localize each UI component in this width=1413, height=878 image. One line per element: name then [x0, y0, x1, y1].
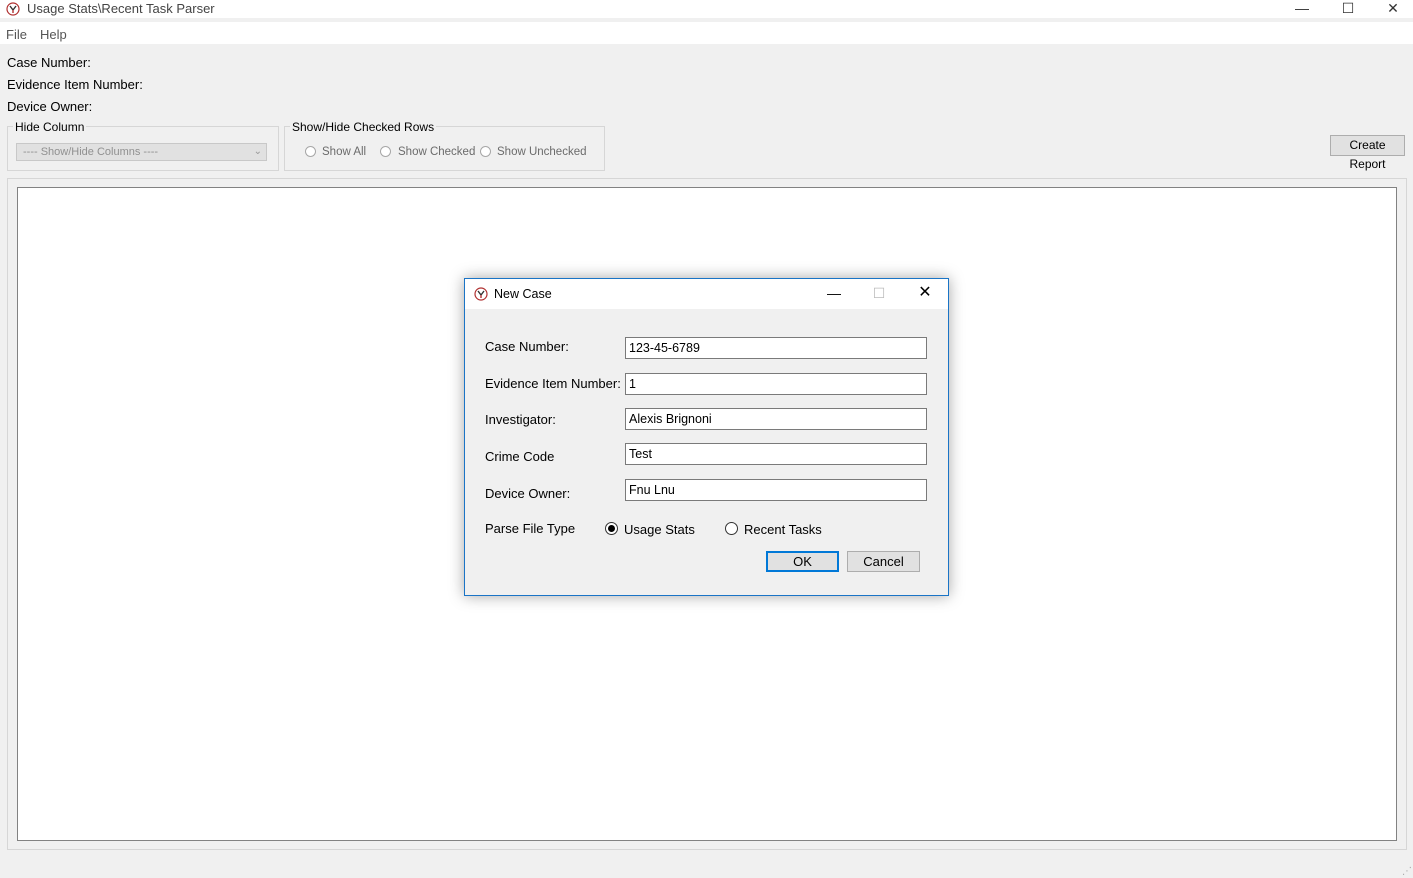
window-title: Usage Stats\Recent Task Parser: [27, 1, 215, 16]
radio-show-unchecked-label: Show Unchecked: [497, 146, 587, 158]
dialog-maximize-icon: ☐: [872, 285, 886, 301]
minimize-icon[interactable]: —: [1279, 0, 1325, 18]
device-owner-field[interactable]: [625, 479, 927, 501]
radio-show-all-label: Show All: [322, 146, 367, 158]
menu-help[interactable]: Help: [40, 27, 67, 42]
show-hide-columns-select[interactable]: ---- Show/Hide Columns ---- ⌄: [16, 143, 267, 161]
ok-button[interactable]: OK: [766, 551, 839, 572]
chevron-down-icon: ⌄: [253, 146, 262, 157]
app-icon: [6, 2, 20, 16]
hide-column-title: Hide Column: [13, 120, 87, 134]
crime-code-field[interactable]: [625, 443, 927, 465]
create-report-button[interactable]: Create Report: [1330, 135, 1405, 171]
radio-show-checked-label: Show Checked: [398, 146, 476, 158]
evidence-item-field-label: Evidence Item Number:: [485, 376, 621, 391]
radio-selected-dot: [608, 525, 615, 532]
radio-recent-tasks[interactable]: [725, 522, 738, 535]
combo-value: ---- Show/Hide Columns ----: [23, 146, 159, 158]
menu-bar: [0, 22, 1413, 44]
cancel-button[interactable]: Cancel: [847, 551, 920, 572]
parse-file-type-label: Parse File Type: [485, 521, 576, 536]
radio-usage-stats-label: Usage Stats: [624, 522, 695, 537]
investigator-field[interactable]: [625, 408, 927, 430]
dialog-title: New Case: [494, 287, 552, 301]
crime-code-field-label: Crime Code: [485, 449, 555, 464]
radio-usage-stats[interactable]: [605, 522, 618, 535]
device-owner-field-label: Device Owner:: [485, 486, 571, 501]
evidence-item-field[interactable]: [625, 373, 927, 395]
resize-grip-icon[interactable]: ⋰: [1402, 866, 1412, 877]
close-icon[interactable]: ✕: [1370, 0, 1413, 18]
dialog-minimize-icon[interactable]: —: [817, 283, 851, 305]
dialog-app-icon: [474, 287, 488, 301]
new-case-dialog: New Case — ☐ ✕ Case Number: Evidence Ite…: [464, 278, 949, 596]
evidence-item-label: Evidence Item Number:: [7, 77, 143, 92]
checked-rows-title: Show/Hide Checked Rows: [290, 120, 437, 134]
case-number-field-label: Case Number:: [485, 339, 569, 354]
device-owner-label: Device Owner:: [7, 99, 93, 114]
maximize-icon[interactable]: ☐: [1325, 0, 1371, 18]
dialog-close-icon[interactable]: ✕: [908, 283, 942, 305]
case-number-field[interactable]: [625, 337, 927, 359]
investigator-field-label: Investigator:: [485, 412, 556, 427]
radio-show-all[interactable]: [305, 146, 316, 157]
radio-show-unchecked[interactable]: [480, 146, 491, 157]
menu-file[interactable]: File: [6, 27, 27, 42]
radio-recent-tasks-label: Recent Tasks: [744, 522, 822, 537]
case-number-label: Case Number:: [7, 55, 91, 70]
radio-show-checked[interactable]: [380, 146, 391, 157]
